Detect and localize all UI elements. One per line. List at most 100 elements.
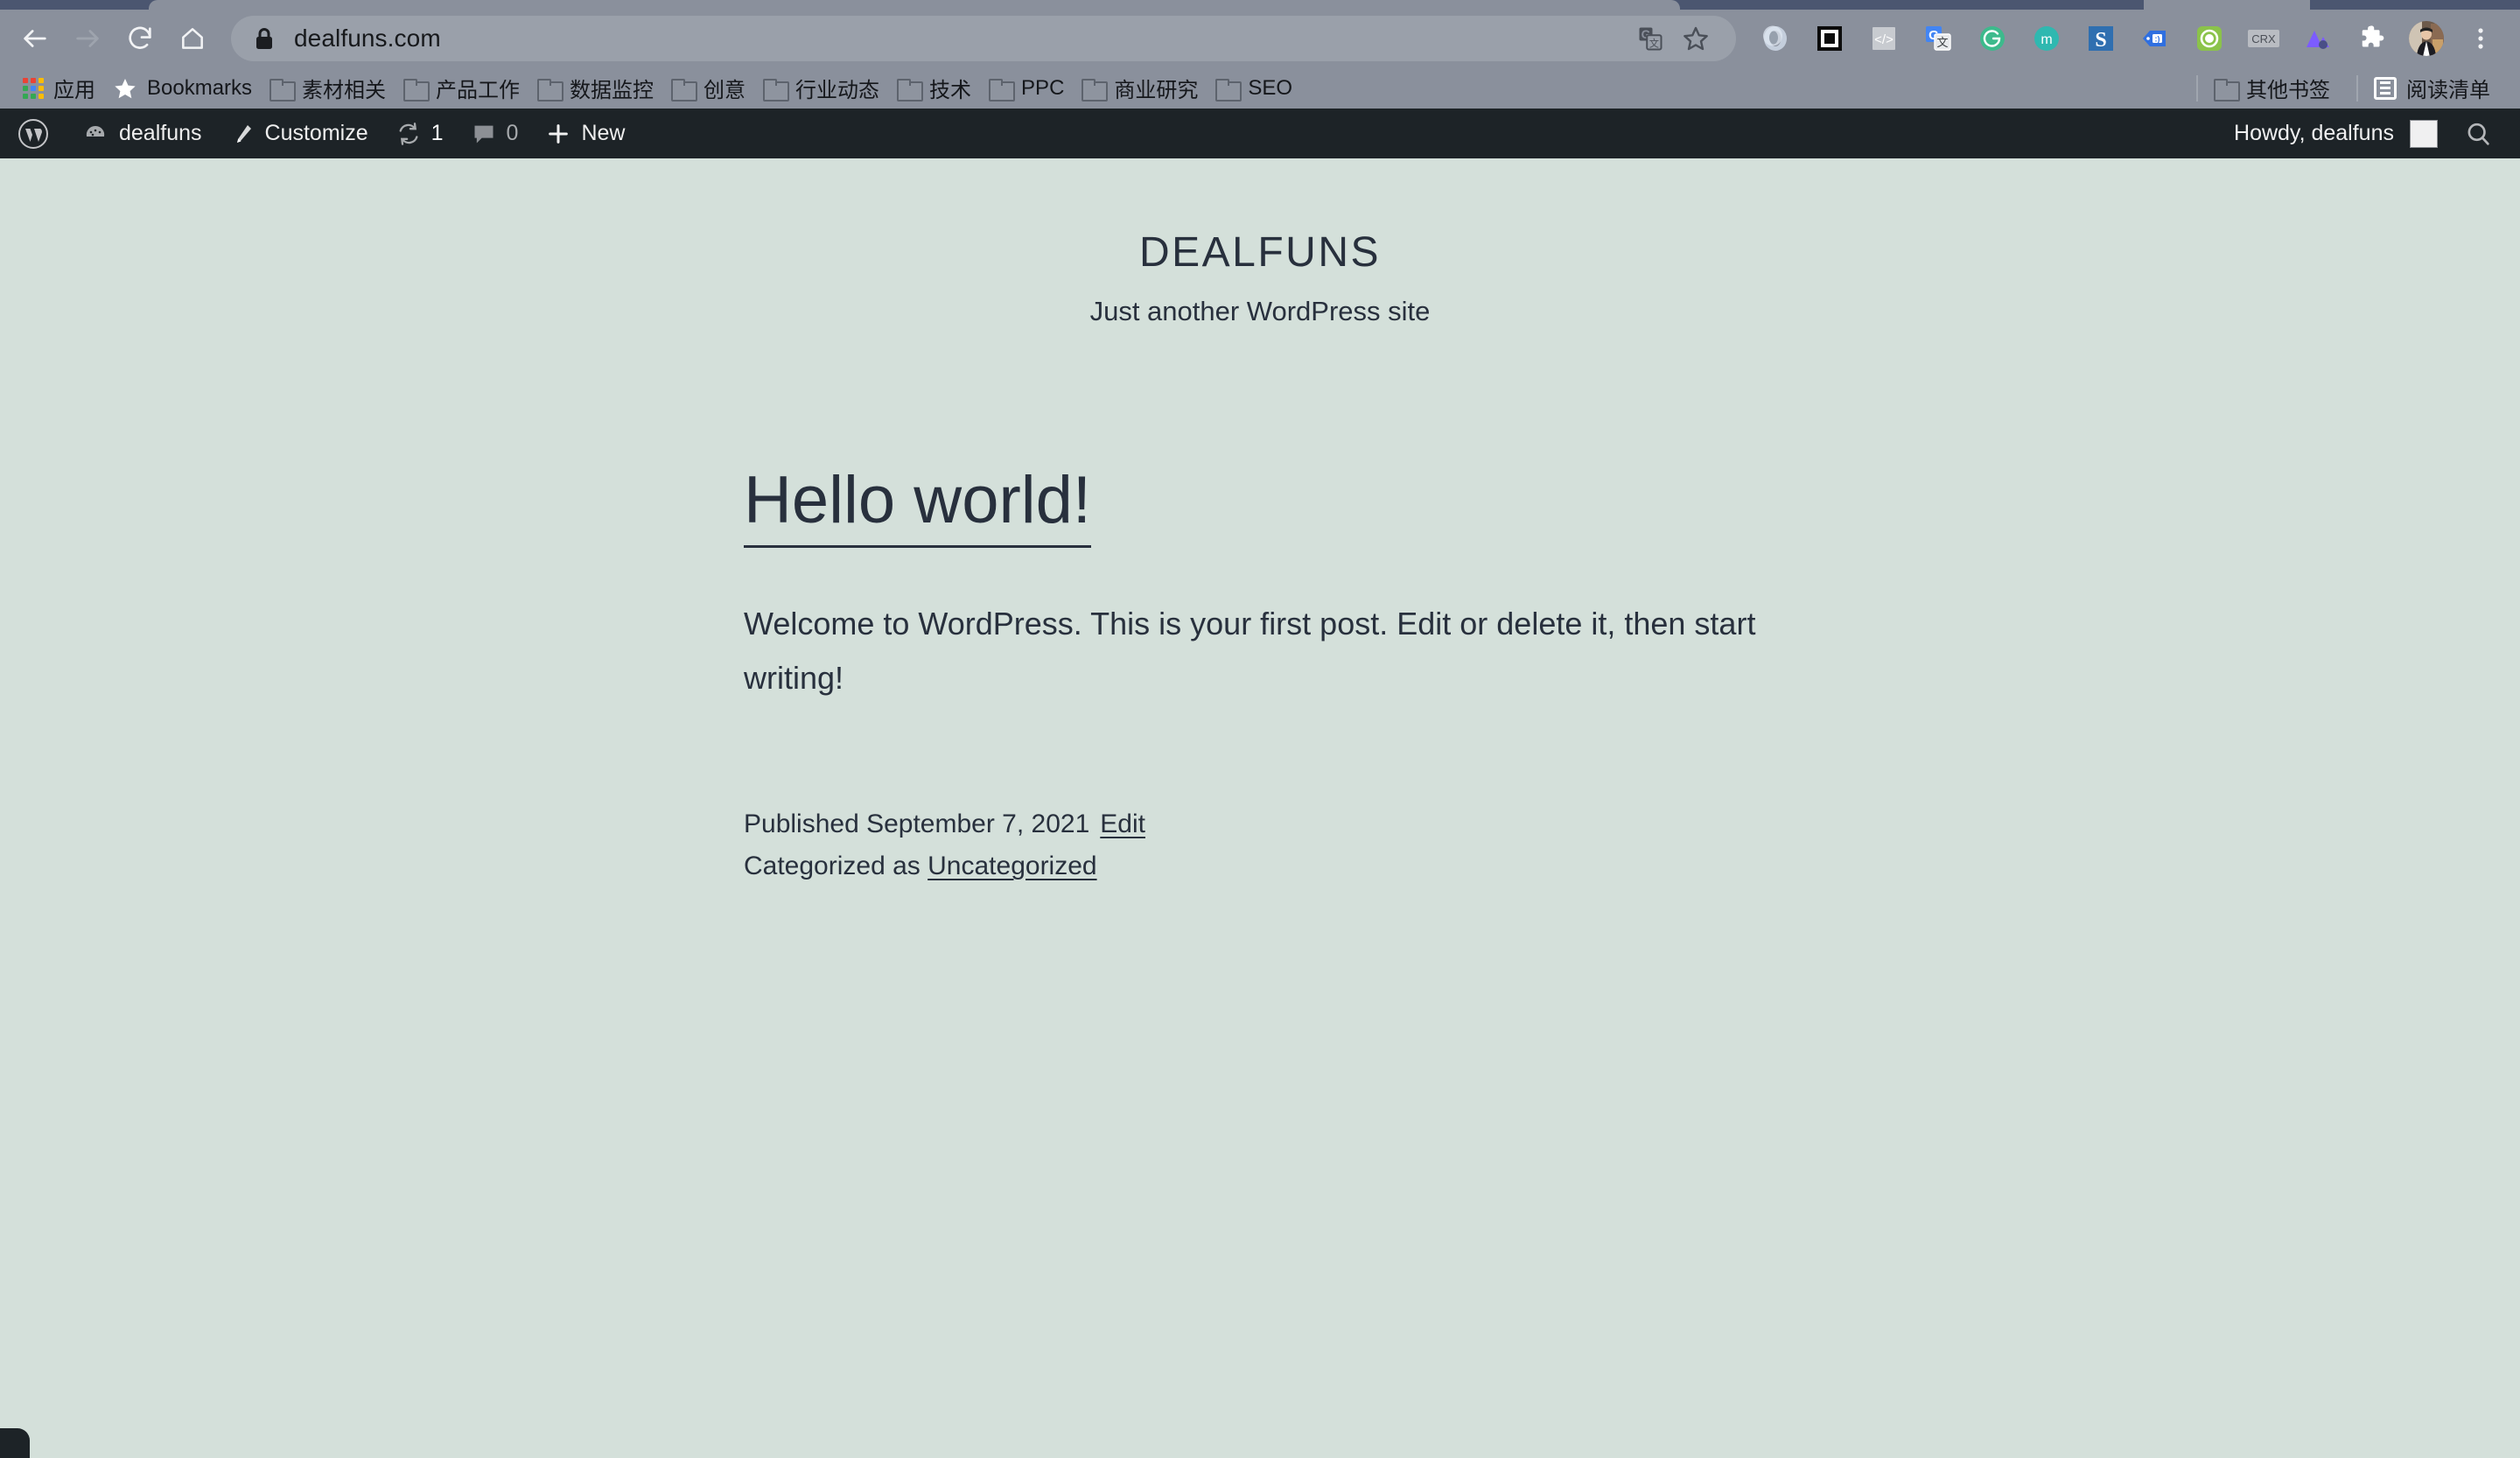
- reading-list-icon: [2374, 76, 2397, 100]
- semrush-s-icon: S: [2089, 26, 2113, 52]
- plus-icon: [546, 122, 570, 146]
- site-content: DEALFUNS Just another WordPress site Hel…: [0, 158, 2520, 1458]
- bookmark-folder-shuju[interactable]: 数据监控: [534, 71, 668, 106]
- wp-logo-menu[interactable]: [0, 109, 68, 158]
- screenshot-extension[interactable]: [1802, 14, 1857, 63]
- bookmark-label: 应用: [53, 79, 95, 102]
- home-button[interactable]: [166, 14, 219, 63]
- wp-new-content-menu[interactable]: New: [532, 109, 639, 158]
- active-tab[interactable]: [149, 0, 1680, 10]
- svg-text:</>: </>: [1874, 32, 1894, 47]
- post-edit-link[interactable]: Edit: [1100, 810, 1145, 838]
- wp-customize-link[interactable]: Customize: [216, 109, 382, 158]
- post-title-link[interactable]: Hello world!: [744, 463, 1092, 548]
- bookmark-other-bookmarks[interactable]: 其他书签: [2210, 71, 2344, 106]
- extensions-row: </> G 文 m S:) CRX: [1748, 14, 2508, 63]
- bookmark-folder-seo[interactable]: SEO: [1212, 71, 1306, 106]
- comment-bubble-icon: [472, 122, 496, 146]
- bookmark-label: 数据监控: [570, 79, 654, 102]
- grammar-check-extension[interactable]: [1748, 14, 1802, 63]
- bookmark-star-icon[interactable]: [1673, 18, 1718, 60]
- back-button[interactable]: [9, 14, 61, 63]
- site-header: DEALFUNS Just another WordPress site: [0, 158, 2520, 327]
- lock-icon[interactable]: [254, 26, 275, 51]
- star-glyph: [115, 78, 136, 98]
- user-avatar: [2410, 119, 2438, 148]
- bookmark-label: 产品工作: [436, 79, 521, 102]
- apps-grid-icon: [23, 77, 44, 99]
- tag-icon: :): [2143, 31, 2166, 46]
- bookmark-folder-sucai[interactable]: 素材相关: [266, 71, 400, 106]
- puzzle-piece-icon: [2362, 25, 2384, 47]
- star-glyph: [1684, 26, 1708, 51]
- wp-search-button[interactable]: [2450, 120, 2501, 148]
- wp-new-label: New: [581, 121, 626, 145]
- wp-updates-count: 1: [430, 121, 444, 145]
- bookmark-label: 其他书签: [2246, 79, 2330, 102]
- bookmark-folder-chuangyi[interactable]: 创意: [668, 71, 760, 106]
- bookmark-label: PPC: [1021, 75, 1065, 100]
- bookmarks-separator: [2196, 74, 2198, 102]
- crx-text-icon: CRX: [2248, 30, 2279, 47]
- paintbrush-icon: [230, 122, 255, 146]
- bookmark-folder-ppc[interactable]: PPC: [985, 71, 1078, 106]
- comment-bubble-glyph: [474, 125, 494, 143]
- bookmark-label: 商业研究: [1114, 79, 1199, 102]
- reload-button[interactable]: [114, 14, 166, 63]
- wp-site-name-label: dealfuns: [119, 121, 202, 145]
- bookmark-item-bookmarks[interactable]: Bookmarks: [109, 71, 266, 106]
- bookmark-label: Bookmarks: [147, 75, 253, 100]
- wp-updates-link[interactable]: 1: [382, 109, 458, 158]
- bookmark-label: 素材相关: [302, 79, 387, 102]
- reload-icon: [129, 26, 151, 49]
- url-text[interactable]: dealfuns.com: [294, 25, 1628, 53]
- wp-site-name-menu[interactable]: dealfuns: [68, 109, 216, 158]
- bookmark-folder-chanpin[interactable]: 产品工作: [400, 71, 534, 106]
- grammarly-g-icon: [1980, 26, 2005, 51]
- swirl-icon: [1763, 25, 1787, 51]
- search-icon: [2468, 123, 2489, 145]
- chrome-menu-icon: [2478, 28, 2483, 49]
- svg-text::): :): [2155, 35, 2160, 44]
- crx-extension[interactable]: CRX: [2236, 14, 2291, 63]
- profile-avatar[interactable]: [2399, 14, 2454, 63]
- wp-my-account-menu[interactable]: Howdy, dealfuns: [2220, 119, 2450, 148]
- folder-icon: [897, 78, 924, 102]
- keywords-everywhere-extension[interactable]: [2291, 14, 2345, 63]
- mountain-icon: [2306, 31, 2329, 49]
- code-brackets-icon: </>: [1872, 27, 1895, 50]
- semrush-extension[interactable]: S: [2074, 14, 2128, 63]
- bookmarks-separator: [2356, 74, 2358, 102]
- code-view-extension[interactable]: </>: [1857, 14, 1911, 63]
- wordpress-logo-glyph: [18, 118, 48, 149]
- post-meta: Published September 7, 2021 Edit Categori…: [744, 803, 1776, 888]
- tag-assistant-extension[interactable]: :): [2128, 14, 2182, 63]
- wp-comments-link[interactable]: 0: [458, 109, 533, 158]
- folder-icon: [1215, 78, 1242, 102]
- dashboard-icon: [82, 121, 108, 147]
- grammarly-extension[interactable]: [1965, 14, 2020, 63]
- google-translate-icon[interactable]: G 文: [1628, 18, 1673, 60]
- bookmark-folder-jishu[interactable]: 技术: [893, 71, 985, 106]
- svg-text:S: S: [2095, 29, 2106, 52]
- recorder-extension[interactable]: [2182, 14, 2236, 63]
- bookmark-folder-hangye[interactable]: 行业动态: [760, 71, 893, 106]
- lock-glyph: [256, 28, 272, 49]
- bookmark-label: 阅读清单: [2406, 79, 2490, 102]
- forward-button[interactable]: [61, 14, 114, 63]
- bookmark-folder-shangye[interactable]: 商业研究: [1078, 71, 1212, 106]
- address-bar[interactable]: dealfuns.com G 文: [231, 16, 1736, 61]
- wordpress-logo-icon: [18, 118, 49, 150]
- reading-list-button[interactable]: 阅读清单: [2370, 71, 2504, 106]
- bookmark-apps[interactable]: 应用: [19, 71, 109, 106]
- folder-icon: [403, 78, 430, 102]
- google-translate-extension[interactable]: G 文: [1911, 14, 1965, 63]
- star-icon: [113, 76, 137, 101]
- bookmark-label: 行业动态: [795, 79, 880, 102]
- wp-howdy-label: Howdy, dealfuns: [2234, 121, 2394, 145]
- extensions-menu-button[interactable]: [2345, 14, 2399, 63]
- chrome-menu-button[interactable]: [2454, 14, 2508, 63]
- moz-extension[interactable]: m: [2020, 14, 2074, 63]
- post-category-link[interactable]: Uncategorized: [928, 852, 1096, 880]
- site-title[interactable]: DEALFUNS: [0, 229, 2520, 277]
